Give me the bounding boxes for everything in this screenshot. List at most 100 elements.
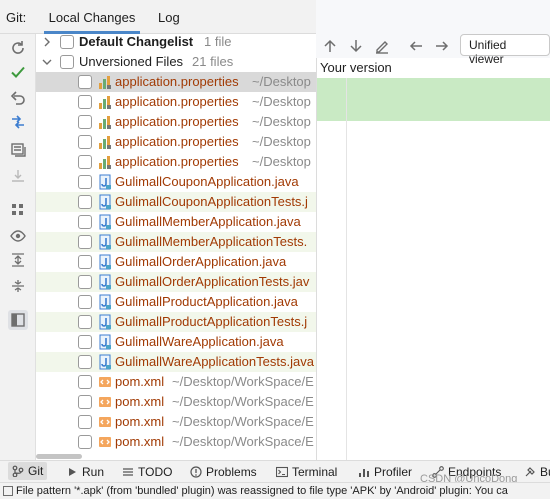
arrow-left-icon[interactable]: [408, 38, 424, 54]
tool-problems-label: Problems: [206, 465, 257, 479]
show-diff-icon[interactable]: [8, 112, 28, 132]
tab-local-changes[interactable]: Local Changes: [44, 0, 140, 34]
java-file-icon: [99, 174, 111, 190]
file-checkbox[interactable]: [78, 395, 92, 409]
group-by-icon[interactable]: [8, 200, 28, 220]
unversioned-checkbox[interactable]: [60, 55, 74, 69]
file-name: application.properties: [115, 154, 239, 169]
tool-run-label: Run: [82, 465, 105, 479]
horizontal-scrollbar[interactable]: [36, 454, 82, 459]
tool-problems[interactable]: Problems: [190, 465, 257, 479]
file-checkbox[interactable]: [78, 75, 92, 89]
file-checkbox[interactable]: [78, 135, 92, 149]
file-row[interactable]: pom.xml ~/Desktop/WorkSpace/E: [36, 432, 316, 452]
file-row[interactable]: GulimallWareApplication.java~/D: [36, 332, 316, 352]
file-checkbox[interactable]: [78, 215, 92, 229]
file-name: pom.xml: [115, 394, 165, 409]
tool-todo[interactable]: TODO: [122, 465, 172, 479]
file-path: ~/Desktop: [252, 114, 311, 129]
file-checkbox[interactable]: [78, 235, 92, 249]
changelist-count: 1 file: [204, 34, 232, 49]
file-name: GulimallCouponApplicationTests.j: [115, 194, 308, 209]
tool-git[interactable]: Git: [8, 462, 48, 480]
file-row[interactable]: GulimallProductApplication.java~: [36, 292, 316, 312]
diff-gutter-divider: [346, 78, 347, 460]
file-checkbox[interactable]: [78, 255, 92, 269]
properties-file-icon: [99, 96, 111, 109]
file-row[interactable]: application.properties ~/Desktop: [36, 152, 316, 172]
changelist-default[interactable]: Default Changelist 1 file: [36, 34, 316, 52]
java-file-icon: [99, 334, 111, 350]
properties-file-icon: [99, 76, 111, 89]
chevron-down-icon[interactable]: [42, 57, 52, 67]
file-checkbox[interactable]: [78, 355, 92, 369]
preview-diff-icon[interactable]: [8, 310, 28, 330]
tool-run[interactable]: Run: [66, 465, 104, 479]
arrow-right-icon[interactable]: [434, 38, 450, 54]
eye-icon[interactable]: [8, 226, 28, 246]
file-checkbox[interactable]: [78, 435, 92, 449]
commit-check-icon[interactable]: [8, 62, 28, 82]
properties-file-icon: [99, 156, 111, 169]
edit-icon[interactable]: [374, 38, 390, 54]
viewer-select[interactable]: Unified viewer: [460, 34, 550, 66]
next-difference-icon[interactable]: [348, 38, 364, 54]
file-checkbox[interactable]: [78, 315, 92, 329]
file-row[interactable]: application.properties ~/Desktop: [36, 92, 316, 112]
chevron-right-icon[interactable]: [42, 37, 52, 47]
tool-build[interactable]: Bu: [524, 465, 550, 479]
file-checkbox[interactable]: [78, 175, 92, 189]
status-toggle-icon[interactable]: [3, 486, 13, 496]
changes-tabbar: Git: Local Changes Log: [0, 0, 316, 34]
file-checkbox[interactable]: [78, 415, 92, 429]
tool-terminal[interactable]: Terminal: [276, 465, 337, 479]
file-name: pom.xml: [115, 414, 165, 429]
expand-all-icon[interactable]: [8, 250, 28, 270]
file-row[interactable]: application.properties ~/Desktop: [36, 132, 316, 152]
file-row[interactable]: application.properties ~/Desktop: [36, 112, 316, 132]
xml-file-icon: [99, 377, 111, 387]
file-row[interactable]: GulimallWareApplicationTests.java: [36, 352, 316, 372]
file-path: ~/Desktop/WorkSpace/E: [172, 414, 314, 429]
rollback-icon[interactable]: [8, 88, 28, 108]
file-checkbox[interactable]: [78, 295, 92, 309]
your-version-label: Your version: [320, 60, 392, 75]
java-file-icon: [99, 214, 111, 230]
file-name: GulimallOrderApplicationTests.jav: [115, 274, 310, 289]
file-row[interactable]: pom.xml ~/Desktop/WorkSpace/E: [36, 372, 316, 392]
file-row[interactable]: GulimallProductApplicationTests.j: [36, 312, 316, 332]
tool-profiler[interactable]: Profiler: [358, 465, 412, 479]
changelist-checkbox[interactable]: [60, 35, 74, 49]
file-row[interactable]: GulimallCouponApplicationTests.j: [36, 192, 316, 212]
file-row[interactable]: GulimallOrderApplication.java~/D: [36, 252, 316, 272]
file-path: ~/Desktop/WorkSpace/E: [172, 374, 314, 389]
changes-toolbar: [0, 34, 36, 460]
file-row[interactable]: GulimallCouponApplication.java~: [36, 172, 316, 192]
build-icon: [525, 467, 535, 477]
collapse-all-icon[interactable]: [8, 276, 28, 296]
file-checkbox[interactable]: [78, 375, 92, 389]
file-row[interactable]: pom.xml ~/Desktop/WorkSpace/E: [36, 412, 316, 432]
file-checkbox[interactable]: [78, 335, 92, 349]
refresh-icon[interactable]: [8, 38, 28, 58]
file-checkbox[interactable]: [78, 95, 92, 109]
file-checkbox[interactable]: [78, 195, 92, 209]
problems-icon: [190, 466, 202, 478]
git-icon: [12, 465, 24, 477]
file-checkbox[interactable]: [78, 115, 92, 129]
todo-icon: [123, 468, 133, 476]
previous-difference-icon[interactable]: [322, 38, 338, 54]
file-row[interactable]: application.properties ~/Desktop: [36, 72, 316, 92]
tab-log[interactable]: Log: [158, 0, 180, 34]
shelve-icon[interactable]: [8, 140, 28, 160]
file-checkbox[interactable]: [78, 155, 92, 169]
file-name: GulimallMemberApplicationTests.: [115, 234, 308, 249]
file-row[interactable]: GulimallMemberApplicationTests.: [36, 232, 316, 252]
file-checkbox[interactable]: [78, 275, 92, 289]
download-icon[interactable]: [8, 166, 28, 186]
changelist-unversioned[interactable]: Unversioned Files 21 files: [36, 52, 316, 72]
file-row[interactable]: pom.xml ~/Desktop/WorkSpace/E: [36, 392, 316, 412]
file-row[interactable]: GulimallOrderApplicationTests.jav: [36, 272, 316, 292]
file-name: GulimallProductApplicationTests.j: [115, 314, 308, 329]
file-row[interactable]: GulimallMemberApplication.java: [36, 212, 316, 232]
